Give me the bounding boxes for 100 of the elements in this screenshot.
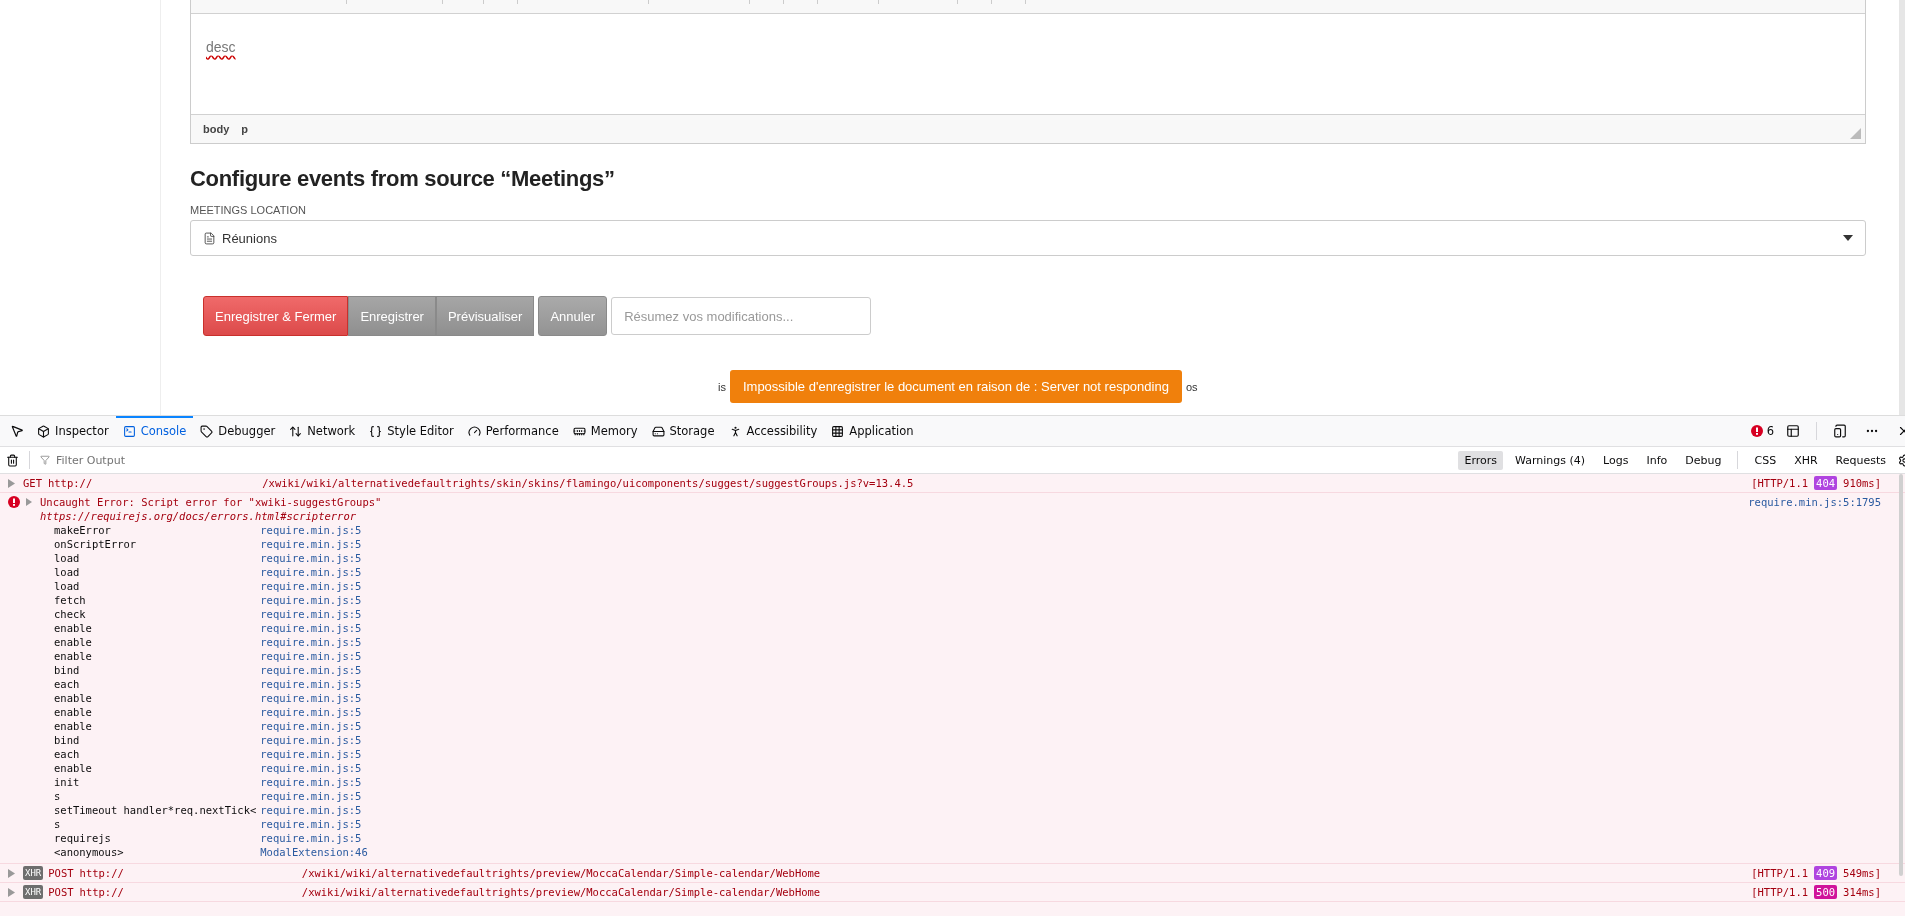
- type-filter[interactable]: Requests: [1829, 450, 1892, 470]
- stack-function: <anonymous>: [54, 845, 125, 859]
- stack-location-link[interactable]: require.min.js:5: [260, 677, 368, 691]
- devtools-tab[interactable]: Performance: [460, 416, 566, 446]
- xhr-badge: XHR: [23, 885, 44, 899]
- devtools-tab[interactable]: Storage: [644, 416, 722, 446]
- stack-location-link[interactable]: require.min.js:5: [260, 579, 368, 593]
- stack-location-link[interactable]: require.min.js:5: [260, 635, 368, 649]
- stack-function: bind: [54, 663, 81, 677]
- error-notification: Impossible d'enregistrer le document en raison de : Server not responding: [729, 370, 1182, 403]
- stack-function: bind: [54, 733, 81, 747]
- request-path: /xwiki/wiki/alternativedefaultrights/preview/MoccaCalendar/Simple-calendar/WebHome: [301, 866, 821, 880]
- page-icon: [203, 231, 216, 245]
- stack-location-link[interactable]: require.min.js:5: [260, 537, 368, 551]
- location-select[interactable]: Réunions: [190, 220, 1866, 256]
- stack-function: each: [54, 677, 81, 691]
- devtools-tab[interactable]: Console: [115, 416, 194, 446]
- stack-function: enable: [54, 635, 93, 649]
- stack-location-link[interactable]: ModalExtension:46: [260, 845, 368, 859]
- trash-icon[interactable]: [6, 453, 19, 467]
- box-icon: [37, 424, 50, 438]
- devtools-tab[interactable]: Inspector: [30, 416, 116, 446]
- stack-function: requirejs: [54, 831, 112, 845]
- stack-location-link[interactable]: require.min.js:5: [260, 747, 368, 761]
- error-text: Uncaught Error: Script error for "xwiki-suggestGroups": [40, 495, 383, 509]
- stack-function: makeError: [54, 523, 112, 537]
- request-method: POST: [48, 866, 74, 880]
- element-path-item[interactable]: body: [203, 123, 230, 135]
- rich-text-editor[interactable]: desc body p: [190, 0, 1866, 144]
- stack-location-link[interactable]: require.min.js:5: [260, 817, 368, 831]
- summary-field[interactable]: Résumez vos modifications...: [611, 297, 872, 335]
- stack-function: load: [54, 579, 81, 593]
- stack-location-link[interactable]: require.min.js:5: [260, 649, 368, 663]
- status-badge: 409: [1814, 866, 1838, 880]
- error-doc-link[interactable]: https://requirejs.org/docs/errors.html#scripterror: [40, 509, 1749, 523]
- stack-location-link[interactable]: require.min.js:5: [260, 705, 368, 719]
- stack-function: s: [54, 817, 62, 831]
- level-filter[interactable]: Info: [1640, 450, 1674, 470]
- type-filter[interactable]: CSS: [1748, 450, 1783, 470]
- request-timing: 910ms]: [1843, 476, 1881, 490]
- http-version: [HTTP/1.1: [1751, 866, 1809, 880]
- page-scrollbar[interactable]: [1899, 0, 1905, 415]
- resize-handle-icon[interactable]: [1850, 128, 1861, 139]
- stack-location-link[interactable]: require.min.js:5: [260, 803, 368, 817]
- expand-icon[interactable]: [8, 888, 15, 897]
- xhr-badge: XHR: [23, 866, 44, 880]
- stack-location-link[interactable]: require.min.js:5: [260, 565, 368, 579]
- expand-icon[interactable]: [26, 498, 32, 506]
- stack-location-link[interactable]: require.min.js:5: [260, 831, 368, 845]
- stack-location-link[interactable]: require.min.js:5: [260, 523, 368, 537]
- gauge-icon: [467, 424, 481, 438]
- devtools-tab[interactable]: Style Editor: [362, 416, 461, 446]
- network-message[interactable]: GET http:// /xwiki/wiki/alternativedefaultrights/skin/skins/flamingo/uicomponents/suggest/suggestGroups.js?v=13.4.5 [HTTP/1.1 404 910ms]: [0, 474, 1905, 493]
- stack-location-link[interactable]: require.min.js:5: [260, 789, 368, 803]
- status-badge: 500: [1814, 885, 1838, 899]
- expand-icon[interactable]: [8, 869, 15, 878]
- stack-location-link[interactable]: require.min.js:5: [260, 761, 368, 775]
- console-scrollbar[interactable]: [1899, 474, 1903, 876]
- level-filter[interactable]: Logs: [1597, 450, 1635, 470]
- filter-icon: [40, 455, 50, 465]
- network-message[interactable]: XHR POST http:// /xwiki/wiki/alternativedefaultrights/preview/MoccaCalendar/Simple-calendar/WebHome [HTTP/1.1 500 314ms]: [0, 883, 1905, 902]
- stack-location-link[interactable]: require.min.js:5: [260, 775, 368, 789]
- stack-function: enable: [54, 761, 93, 775]
- request-path: /xwiki/wiki/alternativedefaultrights/preview/MoccaCalendar/Simple-calendar/WebHome: [301, 885, 821, 899]
- devtools-tab[interactable]: Network: [282, 416, 363, 446]
- stack-location-link[interactable]: require.min.js:5: [260, 691, 368, 705]
- stack-location-link[interactable]: require.min.js:5: [260, 551, 368, 565]
- section-heading: Configure events from source “Meetings”: [190, 166, 616, 192]
- element-path-item[interactable]: p: [241, 123, 248, 135]
- level-filter[interactable]: Debug: [1679, 450, 1728, 470]
- braces-icon: [369, 424, 383, 438]
- level-filter[interactable]: Warnings (4): [1509, 450, 1592, 470]
- expand-icon[interactable]: [8, 479, 15, 488]
- request-timing: 549ms]: [1843, 866, 1881, 880]
- devtools-tab[interactable]: Memory: [565, 416, 645, 446]
- http-version: [HTTP/1.1: [1751, 885, 1809, 899]
- source-link[interactable]: require.min.js:5:1795: [1748, 495, 1881, 509]
- stack-location-link[interactable]: require.min.js:5: [260, 663, 368, 677]
- save-close-button[interactable]: Enregistrer & Fermer: [203, 296, 349, 336]
- devtools-tab[interactable]: Application: [824, 416, 921, 446]
- stack-function: check: [54, 607, 87, 621]
- error-count[interactable]: 6: [1766, 424, 1774, 438]
- tag-icon: [200, 424, 214, 438]
- field-label: MEETINGS LOCATION: [190, 204, 307, 216]
- level-filter[interactable]: Errors: [1458, 450, 1503, 470]
- request-timing: 314ms]: [1843, 885, 1881, 899]
- caret-icon: [1843, 235, 1853, 241]
- stack-function: load: [54, 551, 81, 565]
- type-filter[interactable]: XHR: [1788, 450, 1824, 470]
- stack-location-link[interactable]: require.min.js:5: [260, 733, 368, 747]
- partial-text: os: [1185, 381, 1198, 395]
- devtools-tab[interactable]: Debugger: [193, 416, 283, 446]
- stack-function: s: [54, 789, 62, 803]
- network-message[interactable]: XHR POST http:// /xwiki/wiki/alternativedefaultrights/preview/MoccaCalendar/Simple-calendar/WebHome [HTTP/1.1 409 549ms]: [0, 864, 1905, 883]
- devtools-tab[interactable]: Accessibility: [721, 416, 825, 446]
- stack-location-link[interactable]: require.min.js:5: [260, 607, 368, 621]
- stack-function: enable: [54, 649, 93, 663]
- stack-location-link[interactable]: require.min.js:5: [260, 719, 368, 733]
- stack-location-link[interactable]: require.min.js:5: [260, 621, 368, 635]
- stack-location-link[interactable]: require.min.js:5: [260, 593, 368, 607]
